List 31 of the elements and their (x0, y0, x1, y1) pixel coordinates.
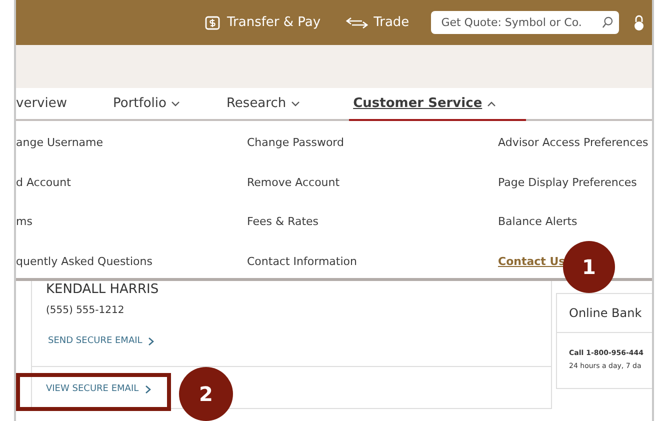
step-badge: 1 (563, 241, 615, 293)
menu-link[interactable]: Page Display Preferences (498, 174, 637, 191)
menu-link[interactable]: Contact Information (247, 252, 357, 270)
menu-link[interactable]: Fees & Rates (247, 213, 319, 230)
menu-link[interactable]: Advisor Access Preferences (498, 134, 648, 152)
nav-tab[interactable]: Research (226, 96, 300, 121)
quote-search-field[interactable]: Get Quote: Symbol or Co. (431, 11, 620, 34)
exchange-arrows-icon (346, 16, 368, 28)
menu-link[interactable]: d Account (16, 174, 71, 191)
dollar-card-icon (205, 15, 221, 30)
nav-tab[interactable]: verview (16, 96, 67, 121)
transfer-pay-link[interactable]: Transfer & Pay (205, 15, 321, 30)
menu-link[interactable]: ange Username (16, 134, 104, 152)
menu-link[interactable]: quently Asked Questions (16, 252, 152, 270)
card-title: Online Bank (557, 294, 652, 333)
menu-link[interactable]: ms (16, 213, 32, 230)
advisor-name: KENDALL HARRIS (46, 283, 160, 297)
advisor-phone: (555) 555-1212 (46, 305, 126, 316)
view-email-link[interactable]: VIEW SECURE EMAIL (32, 384, 151, 394)
menu-link[interactable]: Change Password (247, 134, 344, 152)
search-icon (602, 16, 614, 29)
nav-tab[interactable]: Customer Service (349, 96, 526, 121)
menu-link[interactable]: Remove Account (247, 174, 340, 191)
chevron-icon (144, 384, 151, 394)
menu-link[interactable]: Balance Alerts (498, 213, 578, 230)
trade-link[interactable]: Trade (346, 15, 410, 30)
nav-tab[interactable]: Portfolio (112, 96, 180, 121)
step-badge: 2 (179, 367, 233, 421)
lock-icon[interactable] (633, 14, 646, 30)
send-email-link[interactable]: SEND SECURE EMAIL (48, 336, 154, 346)
chevron-icon (148, 336, 154, 346)
